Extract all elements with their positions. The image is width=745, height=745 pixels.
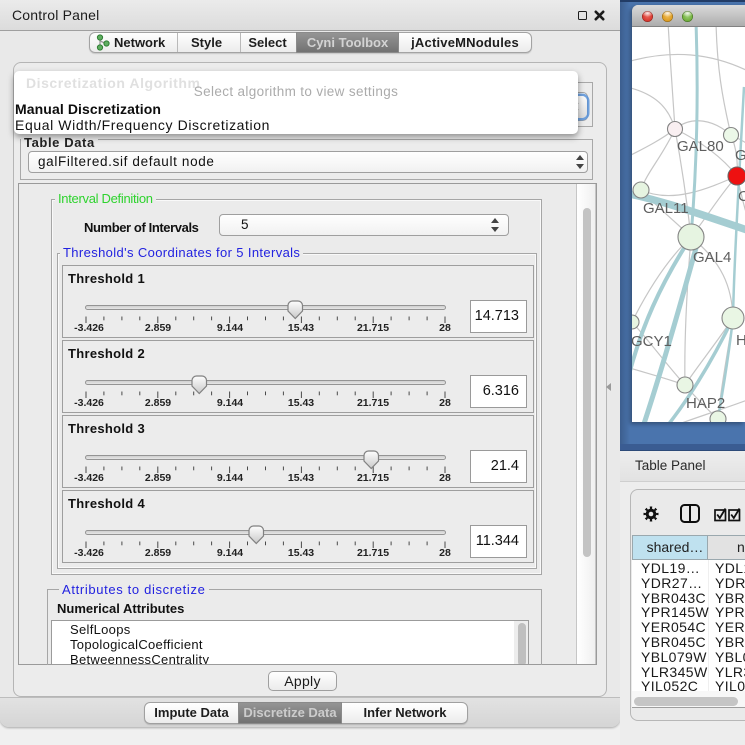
svg-text:GA: GA <box>735 147 745 164</box>
svg-text:GCY1: GCY1 <box>632 333 672 350</box>
svg-text:GAL80: GAL80 <box>677 138 724 155</box>
svg-text:HA: HA <box>736 332 745 349</box>
svg-text:CY: CY <box>738 188 745 205</box>
svg-text:HAP2: HAP2 <box>686 395 725 412</box>
svg-text:GAL11: GAL11 <box>643 200 689 217</box>
svg-text:GAL4: GAL4 <box>693 249 731 266</box>
